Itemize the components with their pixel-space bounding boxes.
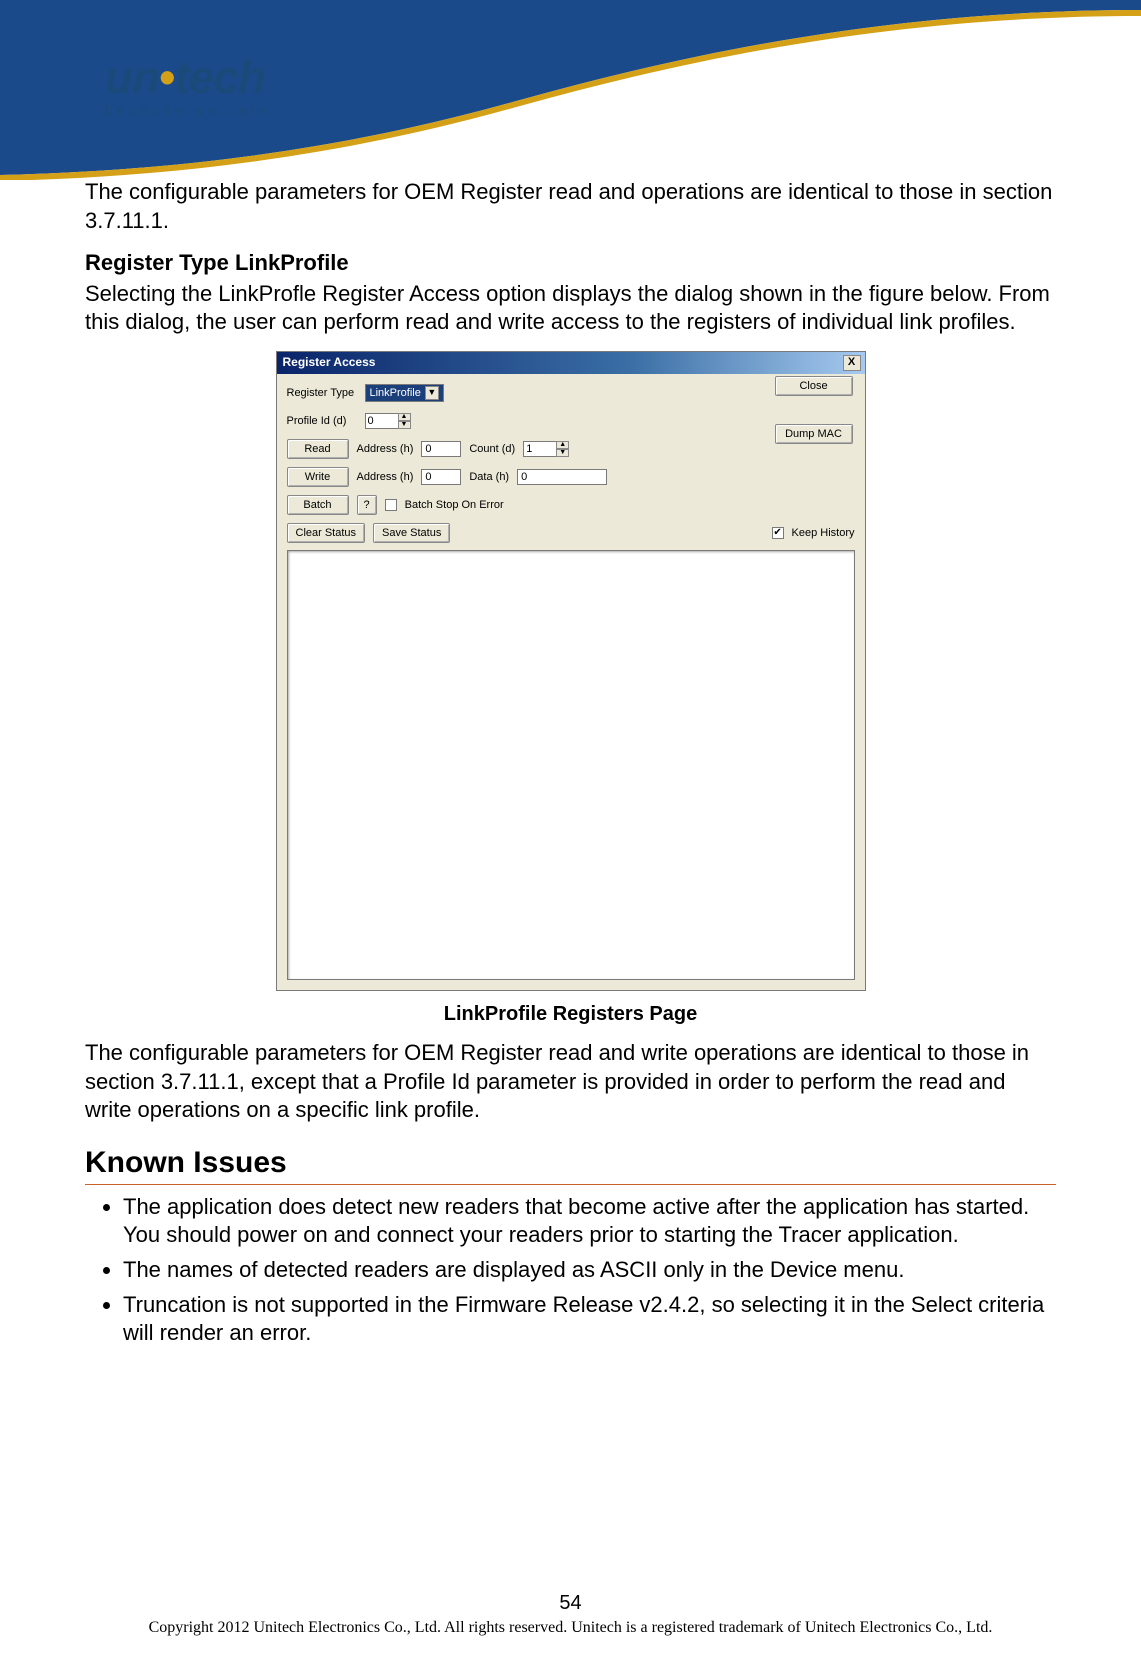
write-data-input[interactable] xyxy=(517,469,607,485)
register-type-select[interactable]: LinkProfile ▼ xyxy=(365,384,444,402)
read-count-stepper[interactable]: ▲▼ xyxy=(523,441,569,457)
register-type-label: Register Type xyxy=(287,386,357,400)
up-icon[interactable]: ▲ xyxy=(556,441,569,449)
read-count-label: Count (d) xyxy=(469,442,515,456)
logo: un•tech because we care xyxy=(105,50,345,118)
paragraph-2: Selecting the LinkProfle Register Access… xyxy=(85,280,1056,337)
read-address-input[interactable] xyxy=(421,441,461,457)
paragraph-1: The configurable parameters for OEM Regi… xyxy=(85,178,1056,235)
known-issues-list: The application does detect new readers … xyxy=(85,1193,1056,1348)
read-address-label: Address (h) xyxy=(357,442,414,456)
write-address-label: Address (h) xyxy=(357,470,414,484)
write-data-label: Data (h) xyxy=(469,470,509,484)
list-item: Truncation is not supported in the Firmw… xyxy=(123,1291,1056,1348)
keep-history-checkbox[interactable]: ✔ xyxy=(772,527,784,539)
dialog-titlebar: Register Access X xyxy=(277,352,865,374)
register-access-dialog: Register Access X Close Dump MAC Registe… xyxy=(276,351,866,991)
list-item: The names of detected readers are displa… xyxy=(123,1256,1056,1285)
dialog-title: Register Access xyxy=(283,355,376,371)
keep-history-label: Keep History xyxy=(792,526,855,540)
profile-id-input[interactable] xyxy=(365,413,399,429)
known-issues-heading: Known Issues xyxy=(85,1143,1056,1185)
down-icon[interactable]: ▼ xyxy=(556,449,569,457)
copyright: Copyright 2012 Unitech Electronics Co., … xyxy=(0,1619,1141,1637)
status-list[interactable] xyxy=(287,550,855,980)
dump-mac-button[interactable]: Dump MAC xyxy=(775,424,853,444)
clear-status-button[interactable]: Clear Status xyxy=(287,523,366,543)
chevron-down-icon: ▼ xyxy=(425,386,439,400)
page-footer: 54 Copyright 2012 Unitech Electronics Co… xyxy=(0,1592,1141,1637)
figure-caption: LinkProfile Registers Page xyxy=(85,1001,1056,1027)
logo-tagline: because we care xyxy=(105,102,345,118)
batch-stop-checkbox[interactable] xyxy=(385,499,397,511)
logo-suffix: tech xyxy=(174,51,265,103)
register-type-value: LinkProfile xyxy=(370,386,421,400)
read-count-input[interactable] xyxy=(523,441,557,457)
logo-prefix: un xyxy=(105,51,159,103)
batch-stop-label: Batch Stop On Error xyxy=(405,498,504,512)
close-icon[interactable]: X xyxy=(843,355,861,371)
subheading-register-type: Register Type LinkProfile xyxy=(85,249,1056,278)
write-button[interactable]: Write xyxy=(287,467,349,487)
read-button[interactable]: Read xyxy=(287,439,349,459)
down-icon[interactable]: ▼ xyxy=(398,421,411,429)
profile-id-stepper[interactable]: ▲▼ xyxy=(365,413,411,429)
write-address-input[interactable] xyxy=(421,469,461,485)
logo-dot: • xyxy=(159,51,174,103)
logo-word: un•tech xyxy=(105,50,345,104)
close-button[interactable]: Close xyxy=(775,376,853,396)
up-icon[interactable]: ▲ xyxy=(398,413,411,421)
batch-help-button[interactable]: ? xyxy=(357,495,377,515)
list-item: The application does detect new readers … xyxy=(123,1193,1056,1250)
paragraph-3: The configurable parameters for OEM Regi… xyxy=(85,1039,1056,1125)
profile-id-label: Profile Id (d) xyxy=(287,414,357,428)
page-number: 54 xyxy=(0,1592,1141,1615)
save-status-button[interactable]: Save Status xyxy=(373,523,450,543)
batch-button[interactable]: Batch xyxy=(287,495,349,515)
